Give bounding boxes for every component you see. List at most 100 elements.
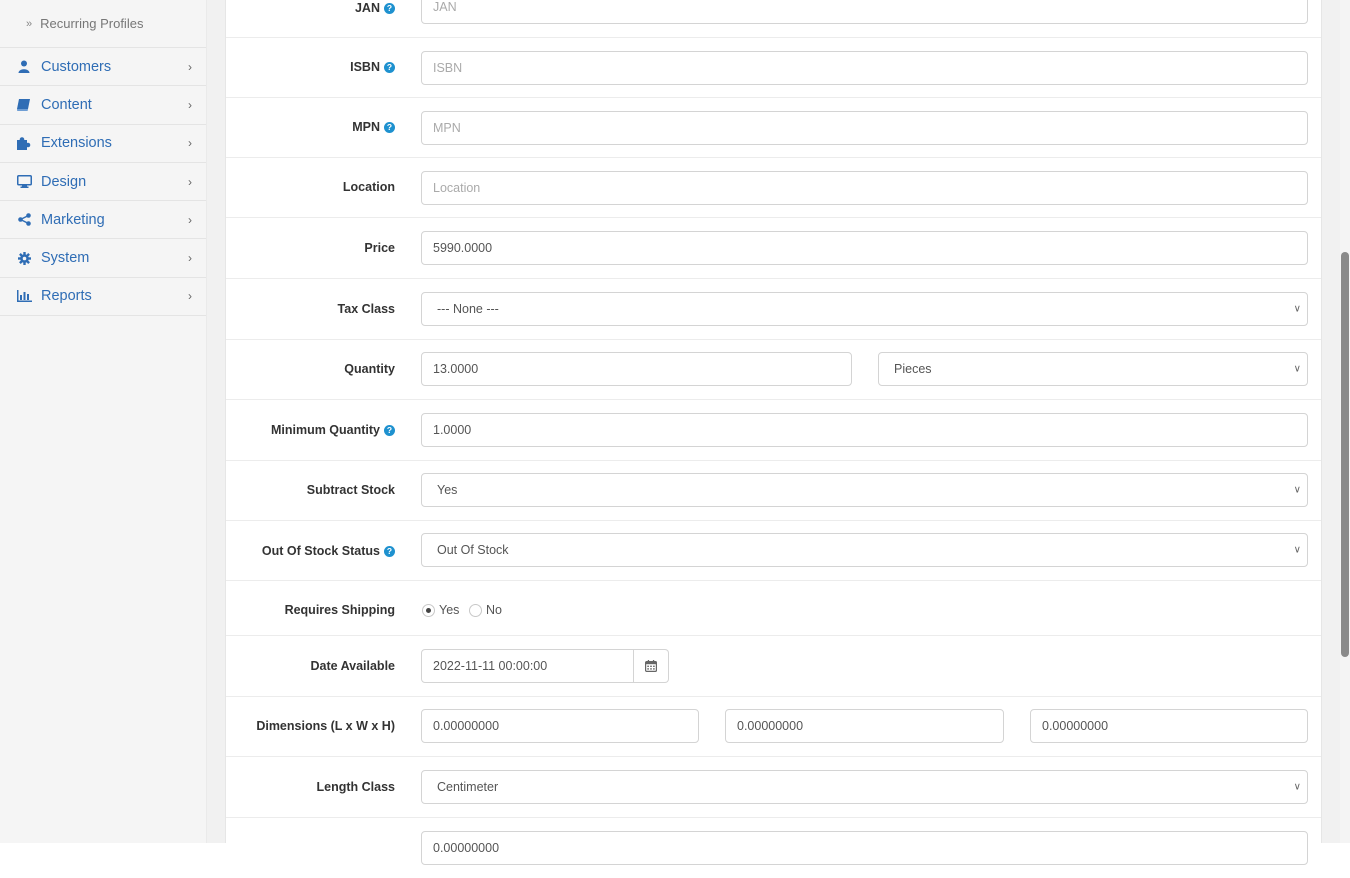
dimension-length-value: 0.00000000 — [433, 719, 500, 733]
chevron-down-icon: ∨ — [1293, 363, 1301, 375]
minimum-quantity-value: 1.0000 — [433, 423, 472, 437]
book-icon — [16, 97, 32, 113]
chevron-right-icon: › — [188, 97, 192, 112]
minimum-quantity-input[interactable]: 1.0000 — [421, 413, 1308, 447]
jan-placeholder: JAN — [433, 0, 457, 14]
main-content: JAN ? JAN ISBN ? ISBN MPN ? MPN Location… — [207, 0, 1340, 865]
requires-shipping-yes-option[interactable]: Yes — [422, 603, 459, 617]
sidebar-item-content[interactable]: Content › — [0, 86, 206, 125]
field-label-quantity: Quantity — [344, 362, 395, 376]
sidebar-item-label: Reports — [41, 288, 92, 305]
radio-yes[interactable] — [422, 603, 435, 617]
location-input[interactable]: Location — [421, 171, 1308, 205]
scrollbar-thumb[interactable] — [1341, 252, 1349, 657]
double-chevron-right-icon: » — [26, 17, 33, 30]
chevron-down-icon: ∨ — [1293, 781, 1301, 793]
subtract-stock-value: Yes — [437, 483, 458, 497]
requires-shipping-no-option[interactable]: No — [469, 603, 502, 617]
dimension-width-value: 0.00000000 — [737, 719, 804, 733]
form-row-minimum-quantity: Minimum Quantity ? 1.0000 — [226, 400, 1321, 461]
field-label-mpn: MPN ? — [352, 120, 395, 134]
sidebar-item-customers[interactable]: Customers › — [0, 48, 206, 87]
quantity-input[interactable]: 13.0000 — [421, 352, 852, 386]
field-label-requires-shipping: Requires Shipping — [284, 603, 395, 617]
field-label-length-class: Length Class — [316, 780, 396, 794]
label-text: MPN — [352, 120, 380, 134]
chevron-down-icon: ∨ — [1293, 303, 1301, 315]
dimension-length-input[interactable]: 0.00000000 — [421, 709, 699, 743]
dimension-height-input[interactable]: 0.00000000 — [1030, 709, 1308, 743]
form-row-price: Price 5990.0000 — [226, 218, 1321, 279]
help-icon[interactable]: ? — [384, 61, 395, 73]
date-available-input[interactable]: 2022-11-11 00:00:00 — [421, 649, 634, 683]
form-row-out-of-stock-status: Out Of Stock Status ? Out Of Stock ∨ — [226, 521, 1321, 581]
form-row-mpn: MPN ? MPN — [226, 98, 1321, 158]
label-text: JAN — [354, 1, 380, 15]
sidebar-item-label: Marketing — [41, 211, 105, 228]
chevron-right-icon: › — [188, 251, 192, 266]
sidebar-item-reports[interactable]: Reports › — [0, 278, 206, 317]
sidebar-item-marketing[interactable]: Marketing › — [0, 201, 206, 240]
isbn-input[interactable]: ISBN — [421, 51, 1308, 85]
puzzle-icon — [16, 135, 32, 151]
sidebar-item-design[interactable]: Design › — [0, 163, 206, 202]
quantity-value: 13.0000 — [433, 362, 479, 376]
weight-input[interactable]: 0.00000000 — [421, 831, 1308, 865]
mpn-input[interactable]: MPN — [421, 111, 1308, 145]
chevron-right-icon: › — [188, 289, 192, 304]
location-placeholder: Location — [433, 181, 481, 195]
radio-yes-label: Yes — [439, 603, 460, 617]
quantity-unit-select[interactable]: Pieces ∨ — [878, 352, 1308, 386]
form-row-tax-class: Tax Class --- None --- ∨ — [226, 279, 1321, 340]
sidebar: » Recurring Profiles Customers › Content… — [0, 0, 207, 843]
desktop-icon — [16, 174, 32, 190]
form-row-requires-shipping: Requires Shipping Yes No — [226, 581, 1321, 636]
field-label-subtract-stock: Subtract Stock — [306, 483, 395, 497]
field-label-isbn: ISBN ? — [350, 60, 395, 74]
field-label-out-of-stock-status: Out Of Stock Status ? — [262, 544, 395, 558]
length-class-select[interactable]: Centimeter ∨ — [421, 770, 1308, 804]
form-row-dimensions: Dimensions (L x W x H) 0.00000000 0.0000… — [226, 697, 1321, 757]
field-label-tax-class: Tax Class — [337, 302, 395, 316]
quantity-unit-value: Pieces — [894, 362, 932, 376]
chevron-down-icon: ∨ — [1293, 544, 1301, 556]
chevron-down-icon: ∨ — [1293, 484, 1301, 496]
sidebar-item-label: Extensions — [41, 135, 112, 152]
price-input[interactable]: 5990.0000 — [421, 231, 1308, 265]
chevron-right-icon: › — [188, 136, 192, 151]
sidebar-subitem-recurring-profiles[interactable]: » Recurring Profiles — [0, 0, 206, 48]
form-row-date-available: Date Available 2022-11-11 00:00:00 — [226, 636, 1321, 697]
sidebar-subitem-label: Recurring Profiles — [40, 16, 144, 31]
tax-class-select[interactable]: --- None --- ∨ — [421, 292, 1308, 326]
field-label-dimensions: Dimensions (L x W x H) — [256, 719, 395, 733]
form-row-isbn: ISBN ? ISBN — [226, 38, 1321, 98]
share-icon — [16, 212, 32, 228]
label-text: Minimum Quantity — [270, 423, 380, 437]
bar-chart-icon — [16, 288, 32, 304]
mpn-placeholder: MPN — [433, 121, 461, 135]
out-of-stock-status-value: Out Of Stock — [437, 543, 509, 557]
subtract-stock-select[interactable]: Yes ∨ — [421, 473, 1308, 507]
radio-no[interactable] — [469, 603, 482, 617]
user-icon — [16, 59, 32, 75]
page-scrollbar[interactable] — [1340, 0, 1350, 843]
jan-input[interactable]: JAN — [421, 0, 1308, 24]
tax-class-value: --- None --- — [437, 302, 499, 316]
dimension-width-input[interactable]: 0.00000000 — [725, 709, 1004, 743]
form-row-quantity: Quantity 13.0000 Pieces ∨ — [226, 340, 1321, 400]
sidebar-item-extensions[interactable]: Extensions › — [0, 125, 206, 163]
sidebar-item-system[interactable]: System › — [0, 239, 206, 278]
label-text: ISBN — [350, 60, 380, 74]
field-label-minimum-quantity: Minimum Quantity ? — [271, 423, 395, 437]
help-icon[interactable]: ? — [384, 2, 395, 14]
sidebar-item-label: Content — [41, 96, 92, 113]
help-icon[interactable]: ? — [384, 424, 395, 436]
sidebar-item-label: System — [41, 250, 90, 267]
calendar-button[interactable] — [634, 649, 669, 683]
sidebar-item-label: Design — [41, 173, 87, 190]
calendar-icon — [645, 660, 657, 672]
chevron-right-icon: › — [188, 59, 192, 74]
help-icon[interactable]: ? — [384, 545, 395, 557]
out-of-stock-status-select[interactable]: Out Of Stock ∨ — [421, 533, 1308, 567]
help-icon[interactable]: ? — [384, 121, 395, 133]
